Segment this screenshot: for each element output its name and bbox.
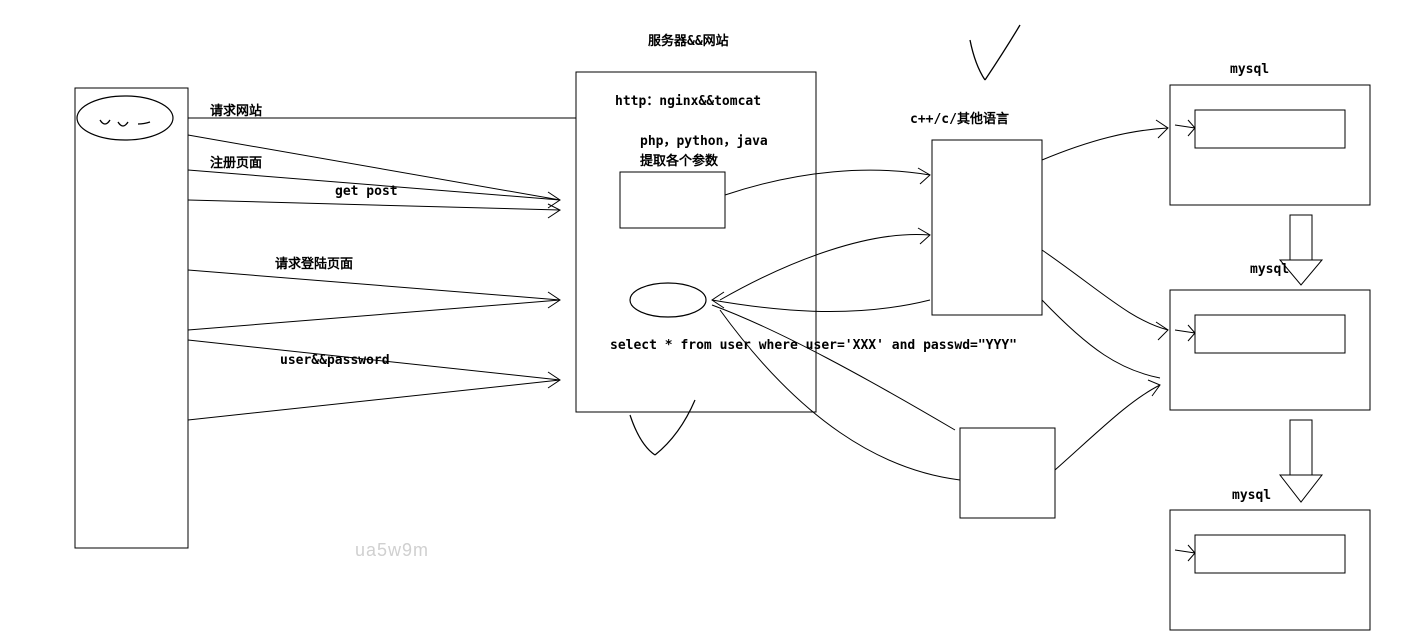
server-oval [630,283,706,317]
backend-box [932,140,1042,315]
watermark-text: ua5w9m [355,540,429,561]
mysql-box-2 [1170,290,1370,410]
server-inner-box [620,172,725,228]
label-register-page: 注册页面 [210,152,262,171]
down-arrow-2 [1280,420,1322,502]
label-http: http：nginx&&tomcat [615,90,761,109]
label-mysql-2: mysql [1250,262,1289,277]
scribble-server-below [630,400,695,455]
client-box [75,88,188,548]
mysql-box-1 [1170,85,1370,205]
label-request-site: 请求网站 [210,100,262,119]
label-backend-lang: c++/c/其他语言 [910,108,1009,127]
mysql-box-3 [1170,510,1370,630]
client-face-oval [77,96,173,140]
label-langs: php，python，java [640,130,768,149]
label-extract: 提取各个参数 [640,150,718,169]
mysql-box-3-inner [1195,535,1345,573]
label-get-post: get post [335,184,398,199]
label-sql: select * from user where user='XXX' and … [610,338,1017,353]
scribble-check [970,25,1020,80]
mysql-box-1-inner [1195,110,1345,148]
server-box [576,72,816,412]
label-mysql-3: mysql [1232,488,1271,503]
backend-box-2 [960,428,1055,518]
label-request-login: 请求登陆页面 [275,253,353,272]
title-label: 服务器&&网站 [648,30,729,49]
label-mysql-1: mysql [1230,62,1269,77]
mysql-box-2-inner [1195,315,1345,353]
label-user-password: user&&password [280,353,390,368]
